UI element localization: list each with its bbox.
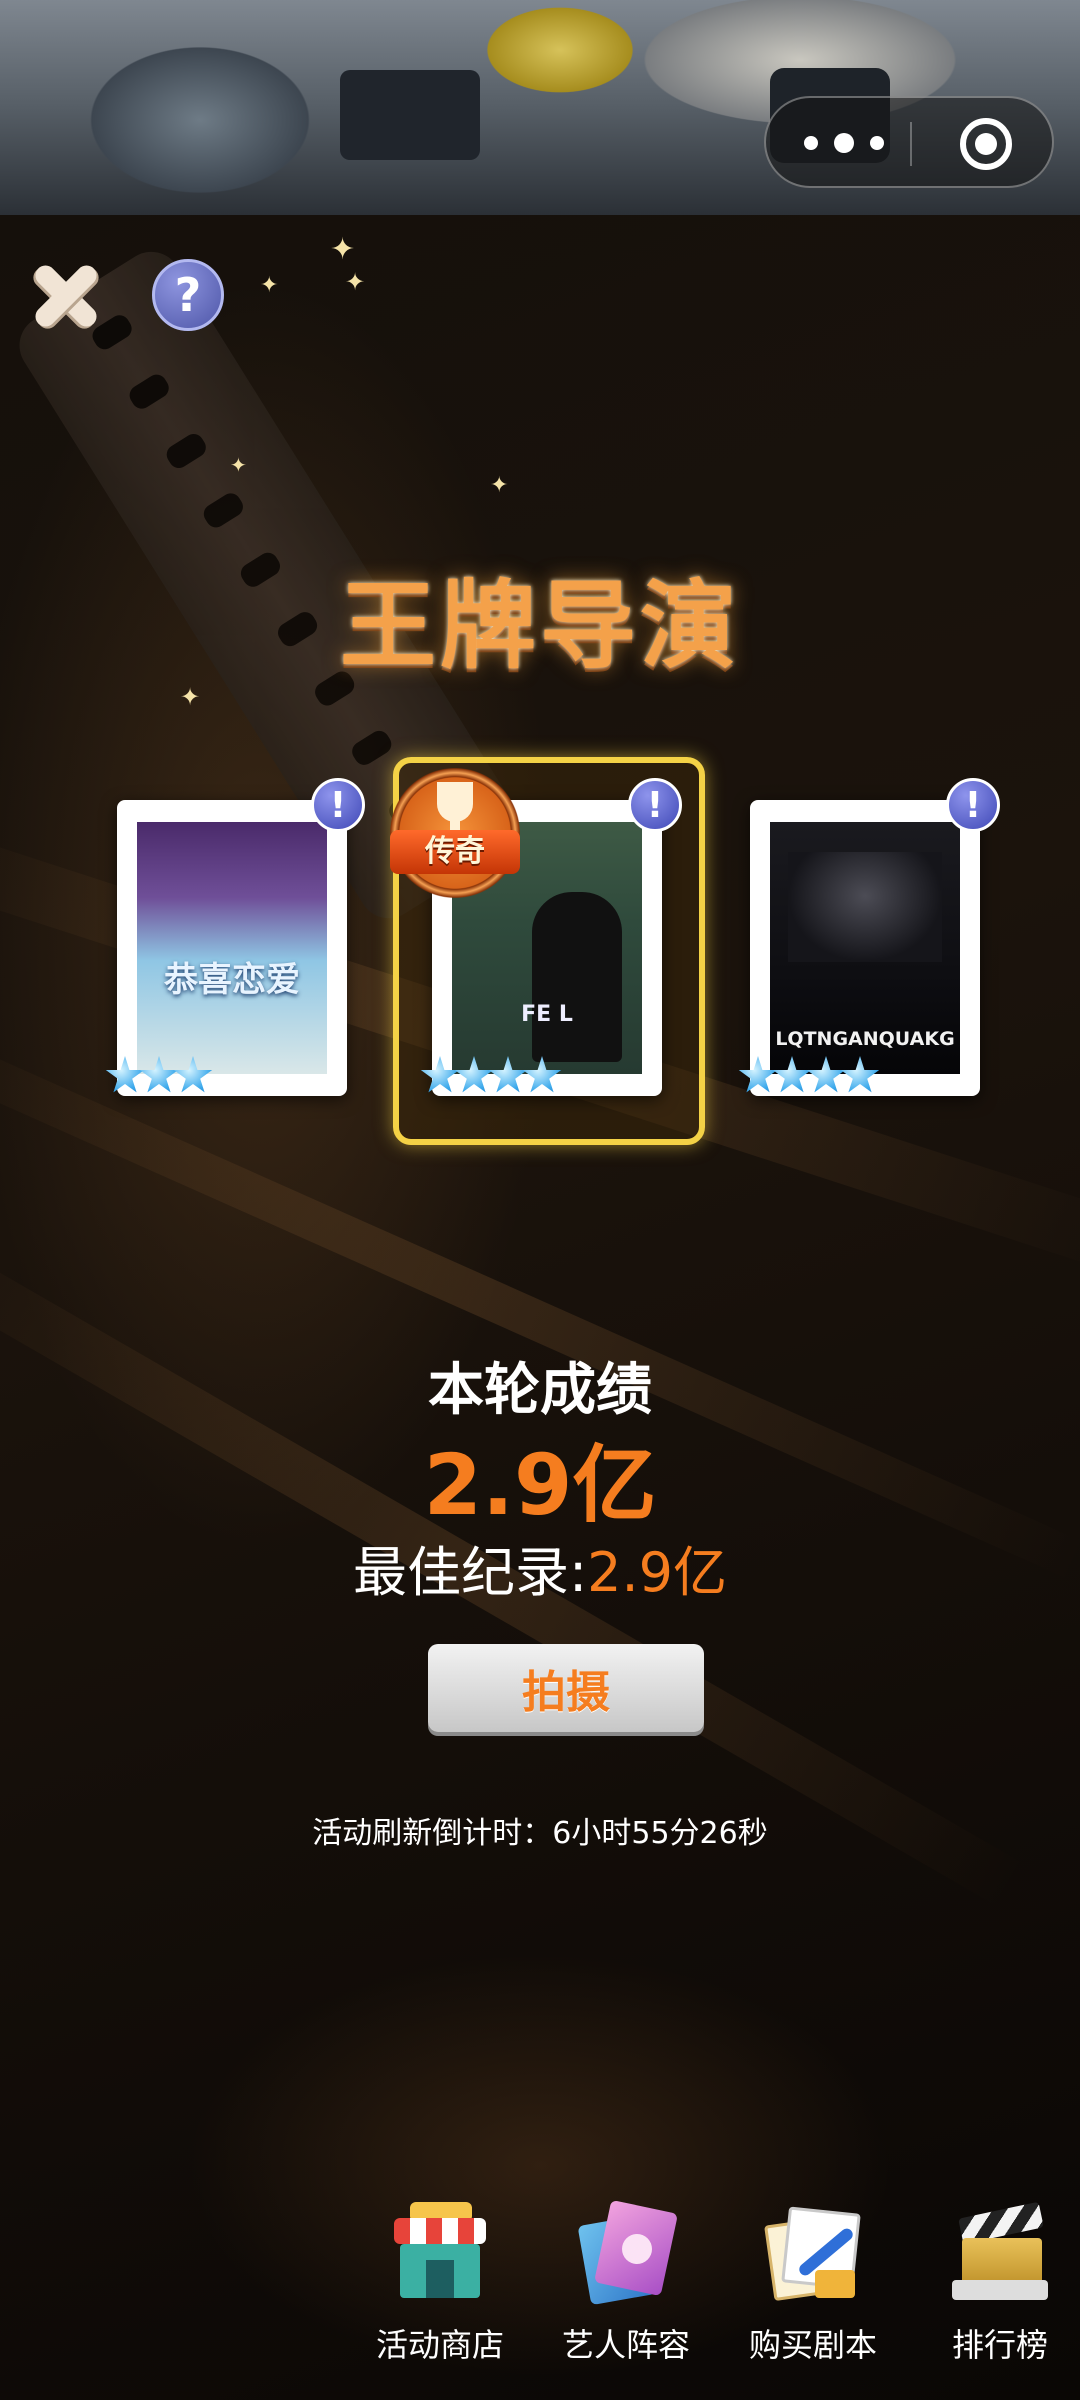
round-score-label: 本轮成绩 [428,1358,652,1423]
script-icon [763,2200,863,2302]
star-icon [488,1056,528,1093]
sparkle-icon: ✦ [180,683,201,711]
best-record: 最佳纪录:2.9亿 [0,1528,1080,1607]
movie-poster: LQTNGANQUAKG [770,822,960,1074]
alert-icon[interactable]: ! [311,778,365,832]
best-record-label: 最佳纪录: [352,1541,588,1604]
top-banner-image [0,0,1080,215]
nav-buy-script[interactable]: 购买剧本 [733,2200,893,2380]
nav-label: 活动商店 [375,2326,504,2364]
nav-activity-store[interactable]: 活动商店 [360,2200,520,2380]
store-icon [390,2200,490,2300]
star-rating [738,1056,880,1096]
poster-title: 恭喜恋爱 [164,960,300,1000]
badge-label: 传奇 [390,830,520,874]
page-title: 王牌导演 [340,570,740,682]
sparkle-icon: ✦ [330,232,356,267]
movie-card-1[interactable]: 恭喜恋爱 ! [105,778,365,1096]
star-rating [420,1056,562,1096]
poster-figures [788,852,942,962]
poster-title: LQTNGANQUAKG [775,1028,955,1050]
shoot-button[interactable]: 拍摄 [428,1644,704,1732]
capsule-divider [910,122,912,166]
nav-label: 购买剧本 [748,2326,877,2364]
question-icon[interactable]: ? [152,259,224,331]
star-icon [772,1056,812,1093]
alert-icon[interactable]: ! [628,778,682,832]
star-icon [806,1056,846,1093]
nav-artist-lineup[interactable]: 艺人阵容 [546,2199,706,2380]
sparkle-icon: ✦ [490,473,509,498]
nav-label: 排行榜 [951,2326,1048,2364]
movie-card-3[interactable]: LQTNGANQUAKG ! [738,778,1000,1096]
nav-label: 艺人阵容 [561,2326,690,2364]
star-icon [420,1056,460,1093]
alert-symbol: ! [964,784,982,826]
star-icon [105,1056,145,1093]
poster-title: FE L [521,1002,573,1027]
nav-leaderboard[interactable]: 排行榜 [920,2200,1080,2380]
artist-album-icon [576,2199,678,2306]
alert-symbol: ! [329,784,347,826]
poster-figure [532,892,622,1062]
star-icon [139,1056,179,1093]
alert-icon[interactable]: ! [946,778,1000,832]
movie-poster: 恭喜恋爱 [137,822,327,1074]
sparkle-icon: ✦ [230,453,247,477]
clapperboard-icon [950,2200,1050,2300]
star-icon [738,1056,778,1093]
sparkle-icon: ✦ [260,273,279,298]
star-rating [105,1056,213,1096]
refresh-countdown: 活动刷新倒计时：6小时55分26秒 [312,1816,768,1851]
close-x-icon[interactable] [28,258,104,334]
banner-camera-shape [340,70,480,160]
alert-symbol: ! [646,784,664,826]
trophy-icon [437,782,473,830]
legend-badge: 传奇 [384,762,526,904]
star-icon [454,1056,494,1093]
sparkle-icon: ✦ [345,268,366,296]
round-score-value: 2.9亿 [423,1436,657,1534]
best-record-value: 2.9亿 [587,1541,728,1604]
more-dots-icon[interactable] [804,129,884,157]
target-circle-icon[interactable] [960,118,1012,170]
help-symbol: ? [174,268,202,322]
miniapp-capsule [764,96,1054,188]
game-background: ✦ ✦ ✦ ✦ ✦ ✦ [0,215,1080,2400]
